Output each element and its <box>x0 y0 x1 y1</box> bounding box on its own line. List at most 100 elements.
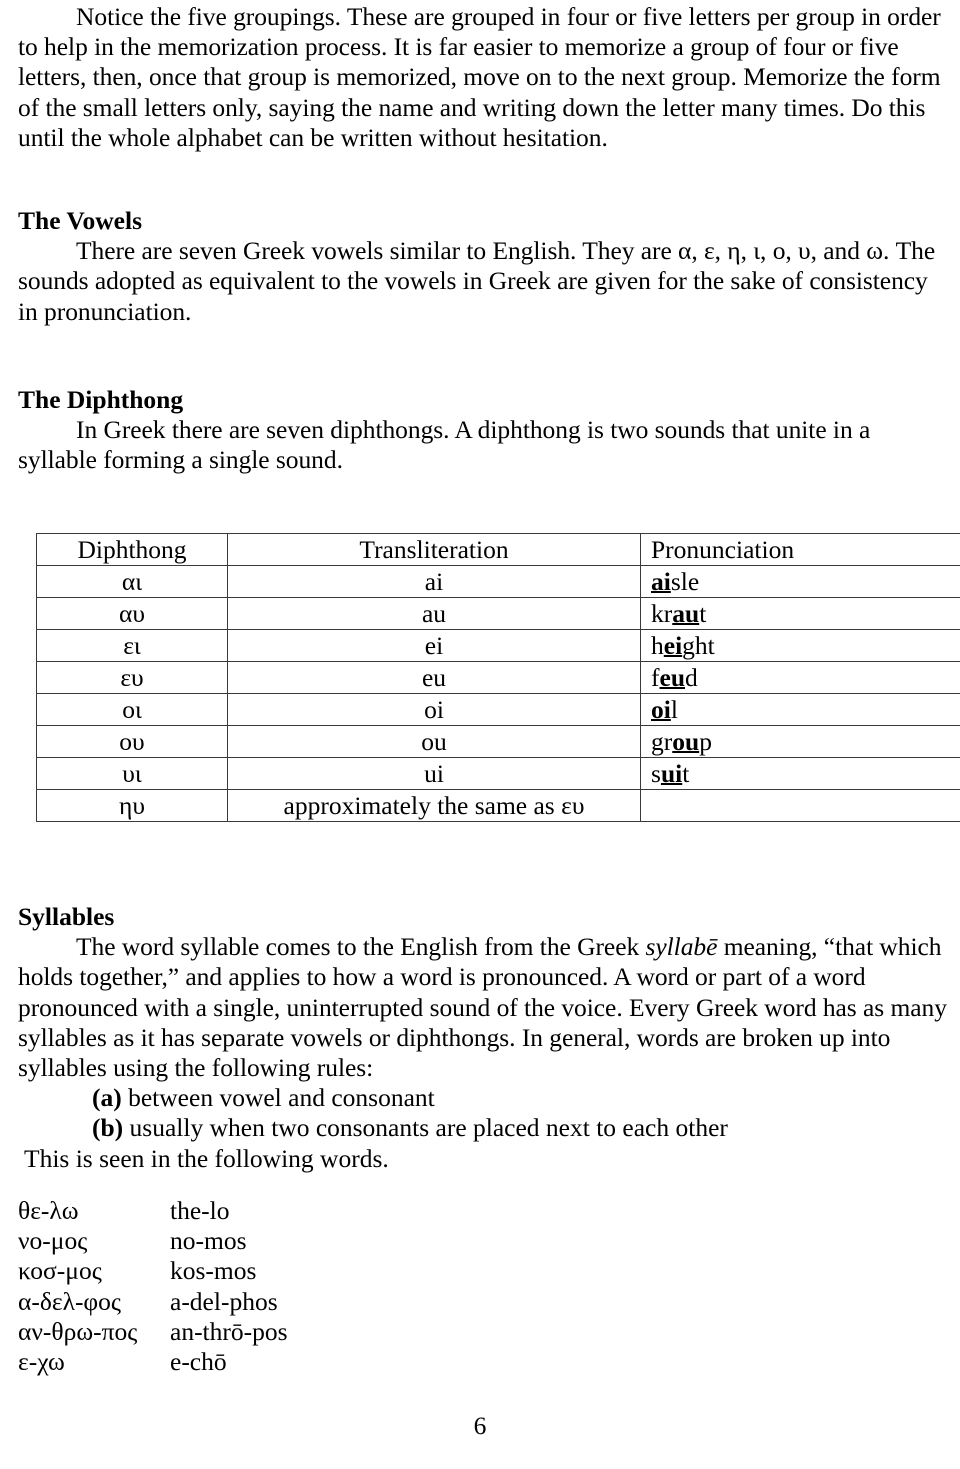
cell-diphthong: ει <box>36 629 228 662</box>
word-transliteration: kos-mos <box>170 1256 257 1286</box>
pron-highlight: oi <box>651 694 671 724</box>
syllables-paragraph: The word syllable comes to the English f… <box>0 932 960 1083</box>
pron-suffix: t <box>699 598 707 628</box>
vowels-section: The Vowels There are seven Greek vowels … <box>0 206 960 327</box>
cell-pronunciation: kraut <box>640 597 960 630</box>
diphthong-section: The Diphthong In Greek there are seven d… <box>0 385 960 476</box>
cell-diphthong: ου <box>36 725 228 758</box>
cell-transliteration: approximately the same as ευ <box>227 789 641 822</box>
table-row: υι ui suit <box>36 757 960 790</box>
diphthong-table: Diphthong Transliteration Pronunciation … <box>36 533 960 822</box>
word-transliteration: an-thrō-pos <box>170 1316 288 1346</box>
word-transliteration: e-chō <box>170 1347 227 1377</box>
intro-section: Notice the five groupings. These are gro… <box>0 2 960 153</box>
pron-prefix: kr <box>651 598 673 628</box>
word-list-row: ε-χω e-chō <box>18 1347 288 1377</box>
word-greek: αν-θρω-πος <box>18 1316 138 1346</box>
page-number: 6 <box>473 1411 487 1440</box>
cell-pronunciation: group <box>640 725 960 758</box>
diphthong-paragraph: In Greek there are seven diphthongs. A d… <box>18 415 871 475</box>
column-header-diphthong: Diphthong <box>36 533 228 566</box>
syllable-rule-a: (a) between vowel and consonant <box>18 1083 960 1113</box>
cell-transliteration: oi <box>227 693 641 726</box>
word-transliteration: no-mos <box>170 1226 247 1256</box>
table-header-row: Diphthong Transliteration Pronunciation <box>36 533 960 566</box>
pron-prefix: gr <box>651 726 673 756</box>
cell-diphthong: υι <box>36 757 228 790</box>
word-list-row: αν-θρω-πος an-thrō-pos <box>18 1317 288 1347</box>
syllables-text-part1: The word syllable comes to the English f… <box>76 932 646 962</box>
pron-suffix: t <box>682 758 690 788</box>
vowels-heading: The Vowels <box>18 206 142 235</box>
pron-prefix: f <box>651 662 660 692</box>
example-word-list: θε-λω the-lo νο-μος no-mos κοσ-μος kos-mos α-δ… <box>18 1196 288 1377</box>
word-list-row: θε-λω the-lo <box>18 1196 288 1226</box>
cell-diphthong: αι <box>36 565 228 598</box>
pron-highlight: ei <box>663 630 683 660</box>
diphthong-heading: The Diphthong <box>18 385 184 414</box>
word-greek: ε-χω <box>18 1347 65 1377</box>
rule-a-tag: (a) <box>92 1083 122 1113</box>
pron-suffix: d <box>685 662 698 692</box>
syllables-heading: Syllables <box>18 902 115 931</box>
cell-diphthong: ευ <box>36 661 228 694</box>
pron-suffix: l <box>670 694 678 724</box>
pron-highlight: ai <box>651 566 671 596</box>
syllable-greek-italic: syllabē <box>645 932 718 962</box>
diphthong-table-wrapper: Diphthong Transliteration Pronunciation … <box>36 533 960 822</box>
cell-transliteration: ei <box>227 629 641 662</box>
cell-pronunciation: height <box>640 629 960 662</box>
cell-pronunciation: feud <box>640 661 960 694</box>
syllable-rule-b: (b) usually when two consonants are plac… <box>18 1113 960 1143</box>
column-header-transliteration: Transliteration <box>227 533 641 566</box>
cell-pronunciation: oil <box>640 693 960 726</box>
document-page: Notice the five groupings. These are gro… <box>0 0 960 1469</box>
pron-prefix: s <box>651 758 661 788</box>
vowels-paragraph: There are seven Greek vowels similar to … <box>18 236 936 326</box>
pron-suffix: sle <box>670 566 700 596</box>
word-transliteration: the-lo <box>170 1196 230 1225</box>
cell-transliteration: eu <box>227 661 641 694</box>
cell-pronunciation: aisle <box>640 565 960 598</box>
cell-diphthong: ηυ <box>36 789 228 822</box>
table-row: οι oi oil <box>36 693 960 726</box>
word-list-row: κοσ-μος kos-mos <box>18 1256 288 1286</box>
intro-paragraph: Notice the five groupings. These are gro… <box>18 2 941 152</box>
pron-highlight: ui <box>660 758 683 788</box>
word-greek: νο-μος <box>18 1226 88 1256</box>
pron-suffix: ght <box>682 630 715 660</box>
word-list-row: νο-μος no-mos <box>18 1226 288 1256</box>
rule-b-text: usually when two consonants are placed n… <box>123 1113 728 1143</box>
cell-diphthong: οι <box>36 693 228 726</box>
word-greek: α-δελ-φος <box>18 1286 121 1316</box>
cell-transliteration: ai <box>227 565 641 598</box>
pron-highlight: au <box>672 598 700 628</box>
cell-diphthong: αυ <box>36 597 228 630</box>
cell-pronunciation: suit <box>640 757 960 790</box>
rule-a-text: between vowel and consonant <box>121 1083 435 1113</box>
pron-highlight: ou <box>672 726 700 756</box>
table-row: αυ au kraut <box>36 597 960 630</box>
pron-prefix: h <box>651 630 664 660</box>
cell-transliteration: ui <box>227 757 641 790</box>
word-greek: θε-λω <box>18 1196 79 1225</box>
word-greek: κοσ-μος <box>18 1256 102 1286</box>
syllable-rules-list: (a) between vowel and consonant (b) usua… <box>0 1083 960 1174</box>
word-transliteration: a-del-phos <box>170 1286 278 1316</box>
cell-transliteration: au <box>227 597 641 630</box>
cell-pronunciation <box>640 789 960 822</box>
pron-suffix: p <box>699 726 712 756</box>
table-body: αι ai aisle αυ au kraut ει ei height ευ eu feud οι oi… <box>36 565 960 822</box>
table-row: ηυ approximately the same as ευ <box>36 789 960 822</box>
syllables-section: Syllables The word syllable comes to the… <box>0 902 960 1174</box>
table-row: ευ eu feud <box>36 661 960 694</box>
pron-highlight: eu <box>659 662 686 692</box>
rule-b-tag: (b) <box>92 1113 124 1143</box>
table-row: ει ei height <box>36 629 960 662</box>
table-row: αι ai aisle <box>36 565 960 598</box>
column-header-pronunciation: Pronunciation <box>640 533 960 566</box>
table-row: ου ou group <box>36 725 960 758</box>
syllables-closing-line: This is seen in the following words. <box>24 1143 389 1173</box>
word-list-row: α-δελ-φος a-del-phos <box>18 1287 288 1317</box>
cell-transliteration: ou <box>227 725 641 758</box>
